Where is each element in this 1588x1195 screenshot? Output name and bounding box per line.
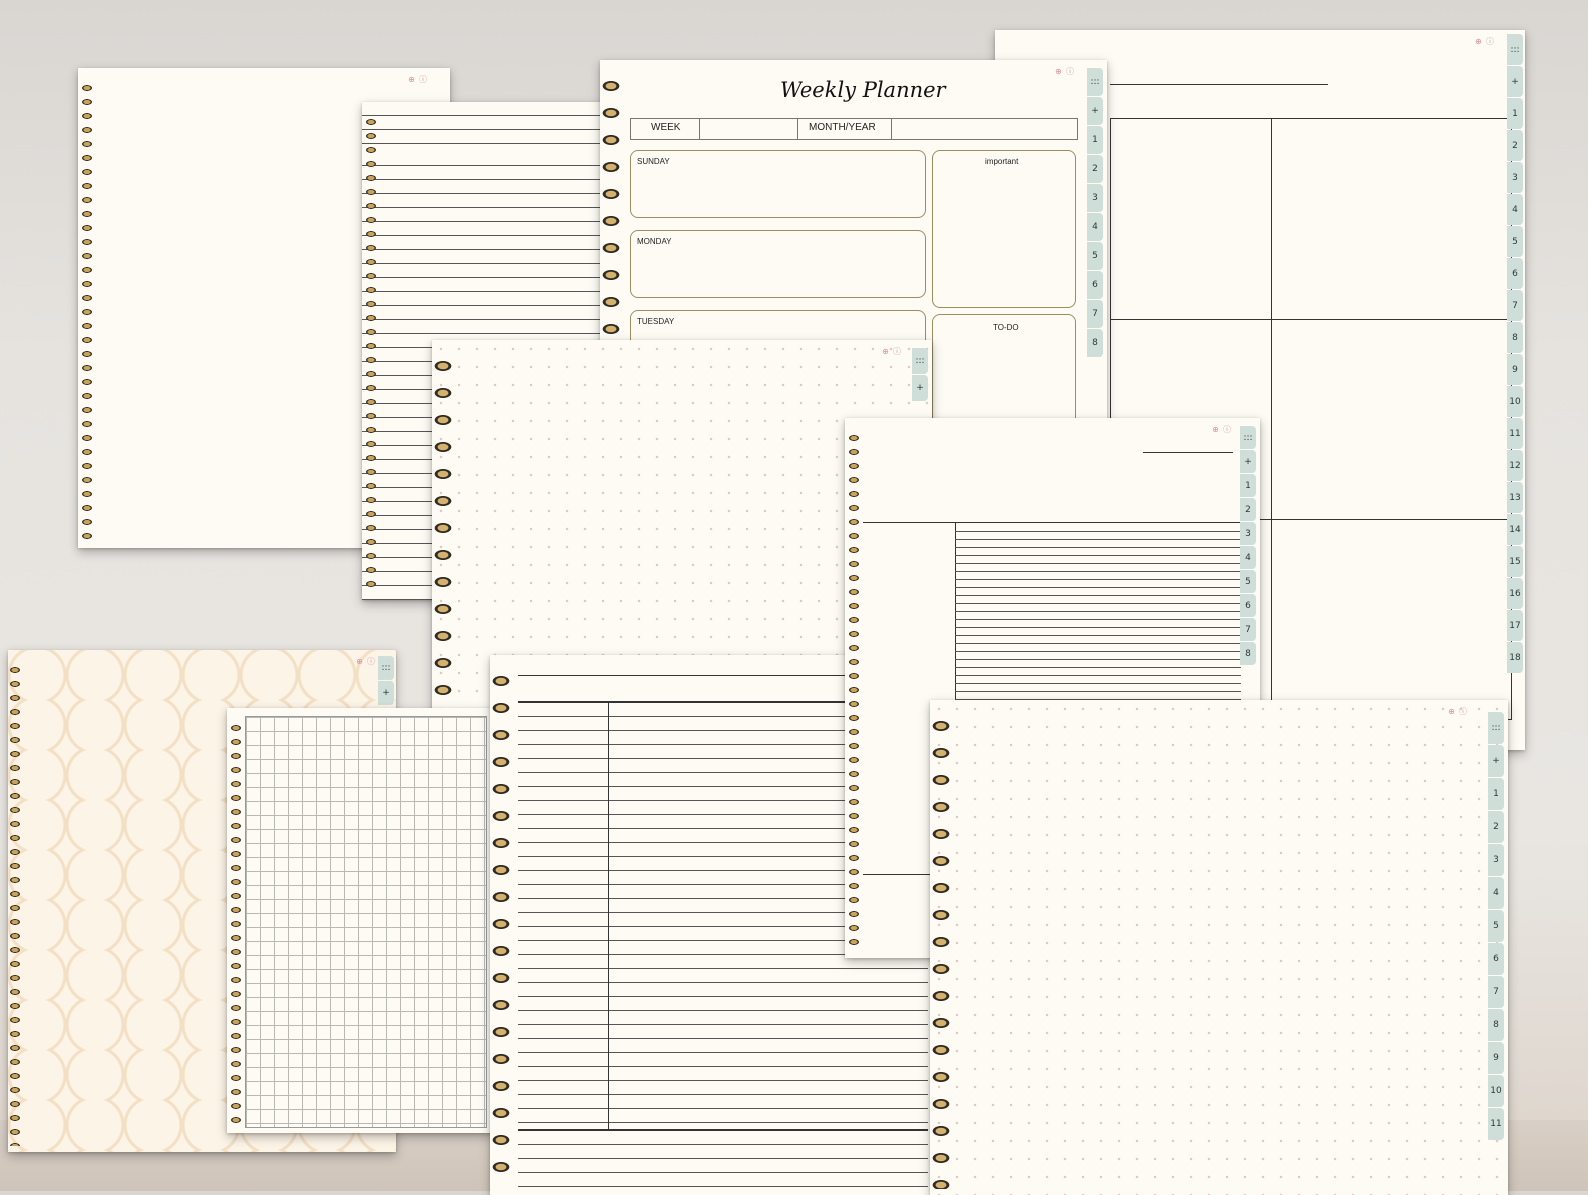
header-line xyxy=(1110,84,1328,85)
menu-grid-icon[interactable]: ::: xyxy=(1240,426,1256,449)
tab-page-16[interactable]: 16 xyxy=(1507,578,1523,609)
page-dotted-large: ⊕ ⓘ ::: +1 2 3 4 5 6 7 8 9 10 11 xyxy=(930,700,1508,1195)
add-page-button[interactable]: + xyxy=(1240,450,1256,473)
tab-page-6[interactable]: 6 xyxy=(1507,258,1523,289)
pink-icons: ⊕ ⓘ xyxy=(1475,37,1495,46)
tab-page-7[interactable]: 7 xyxy=(1240,618,1256,641)
pink-icons: ⊕ ⓘ xyxy=(1212,425,1232,434)
menu-grid-icon[interactable]: ::: xyxy=(1507,34,1523,65)
tab-strip: ::: + xyxy=(912,348,928,402)
pink-icons: ⊕ ⓘ xyxy=(356,657,376,666)
tab-page-3[interactable]: 3 xyxy=(1488,844,1504,876)
spiral-binding xyxy=(8,664,22,1146)
menu-grid-icon[interactable]: ::: xyxy=(912,348,928,374)
add-page-button[interactable]: + xyxy=(912,375,928,401)
tab-strip: ::: +1 2 3 4 5 6 7 8 xyxy=(1087,68,1103,358)
spiral-binding xyxy=(432,354,454,714)
tab-page-4[interactable]: 4 xyxy=(1488,877,1504,909)
add-page-button[interactable]: + xyxy=(378,681,394,705)
tab-page-5[interactable]: 5 xyxy=(1488,910,1504,942)
tab-page-6[interactable]: 6 xyxy=(1087,271,1103,299)
tab-page-3[interactable]: 3 xyxy=(1087,184,1103,212)
tab-page-13[interactable]: 13 xyxy=(1507,482,1523,513)
tab-page-9[interactable]: 9 xyxy=(1488,1042,1504,1074)
add-page-button[interactable]: + xyxy=(1087,97,1103,125)
week-label: WEEK xyxy=(651,122,681,133)
page-square-grid xyxy=(227,708,495,1133)
tab-page-9[interactable]: 9 xyxy=(1507,354,1523,385)
day-box-sunday[interactable]: SUNDAY xyxy=(630,150,926,218)
spiral-binding xyxy=(490,669,512,1189)
tab-page-8[interactable]: 8 xyxy=(1488,1009,1504,1041)
menu-grid-icon[interactable]: ::: xyxy=(1488,712,1504,744)
tab-page-2[interactable]: 2 xyxy=(1087,155,1103,183)
pink-icons: ⊕ ⓘ xyxy=(882,347,902,356)
important-box[interactable]: important xyxy=(932,150,1076,308)
spiral-binding xyxy=(80,82,94,542)
tab-page-7[interactable]: 7 xyxy=(1087,300,1103,328)
tab-strip: ::: +1 2 3 4 5 6 7 8 9 10 11 12 13 14 15 16 17 18 xyxy=(1507,34,1523,674)
todo-box[interactable]: TO-DO xyxy=(932,314,1076,420)
tab-page-1[interactable]: 1 xyxy=(1087,126,1103,154)
week-row: WEEK MONTH/YEAR xyxy=(630,118,1078,140)
tab-page-4[interactable]: 4 xyxy=(1240,546,1256,569)
spiral-binding xyxy=(229,722,243,1127)
tab-page-11[interactable]: 11 xyxy=(1488,1108,1504,1140)
spiral-binding xyxy=(930,714,952,1189)
tab-page-4[interactable]: 4 xyxy=(1087,213,1103,241)
tab-page-2[interactable]: 2 xyxy=(1507,130,1523,161)
month-year-label: MONTH/YEAR xyxy=(809,122,876,133)
menu-grid-icon[interactable]: ::: xyxy=(1087,68,1103,96)
tab-page-8[interactable]: 8 xyxy=(1507,322,1523,353)
tab-page-5[interactable]: 5 xyxy=(1507,226,1523,257)
day-label: MONDAY xyxy=(637,237,672,246)
tab-page-7[interactable]: 7 xyxy=(1507,290,1523,321)
tab-page-10[interactable]: 10 xyxy=(1507,386,1523,417)
tab-page-12[interactable]: 12 xyxy=(1507,450,1523,481)
add-page-button[interactable]: + xyxy=(1507,66,1523,97)
square-grid xyxy=(245,716,487,1128)
planner-title: Weekly Planner xyxy=(780,78,946,102)
tab-page-17[interactable]: 17 xyxy=(1507,610,1523,641)
tab-page-1[interactable]: 1 xyxy=(1240,474,1256,497)
tab-page-3[interactable]: 3 xyxy=(1240,522,1256,545)
tab-page-8[interactable]: 8 xyxy=(1240,642,1256,665)
spiral-binding xyxy=(364,116,378,594)
pink-icons: ⊕ ⓘ xyxy=(408,75,428,84)
tab-page-1[interactable]: 1 xyxy=(1507,98,1523,129)
tab-page-18[interactable]: 18 xyxy=(1507,642,1523,673)
tab-page-6[interactable]: 6 xyxy=(1488,943,1504,975)
day-label: TUESDAY xyxy=(637,317,675,326)
day-box-monday[interactable]: MONDAY xyxy=(630,230,926,298)
todo-label: TO-DO xyxy=(993,323,1019,332)
tab-page-15[interactable]: 15 xyxy=(1507,546,1523,577)
spiral-binding xyxy=(847,432,861,952)
tab-strip: ::: +1 2 3 4 5 6 7 8 xyxy=(1240,426,1256,666)
pink-icons: ⊕ ⓘ xyxy=(1055,67,1075,76)
tab-page-2[interactable]: 2 xyxy=(1488,811,1504,843)
tab-page-11[interactable]: 11 xyxy=(1507,418,1523,449)
tab-page-4[interactable]: 4 xyxy=(1507,194,1523,225)
tab-page-6[interactable]: 6 xyxy=(1240,594,1256,617)
tab-page-2[interactable]: 2 xyxy=(1240,498,1256,521)
tab-page-10[interactable]: 10 xyxy=(1488,1075,1504,1107)
tab-page-14[interactable]: 14 xyxy=(1507,514,1523,545)
day-label: SUNDAY xyxy=(637,157,670,166)
tab-page-7[interactable]: 7 xyxy=(1488,976,1504,1008)
tab-strip: ::: + xyxy=(378,656,394,706)
tab-page-1[interactable]: 1 xyxy=(1488,778,1504,810)
important-label: important xyxy=(985,157,1019,166)
tab-page-5[interactable]: 5 xyxy=(1240,570,1256,593)
tab-page-5[interactable]: 5 xyxy=(1087,242,1103,270)
menu-grid-icon[interactable]: ::: xyxy=(378,656,394,680)
tab-strip: ::: +1 2 3 4 5 6 7 8 9 10 11 xyxy=(1488,712,1504,1141)
tab-page-3[interactable]: 3 xyxy=(1507,162,1523,193)
pink-icons: ⊕ ⓘ xyxy=(1448,707,1468,716)
add-page-button[interactable]: + xyxy=(1488,745,1504,777)
tab-page-8[interactable]: 8 xyxy=(1087,329,1103,357)
